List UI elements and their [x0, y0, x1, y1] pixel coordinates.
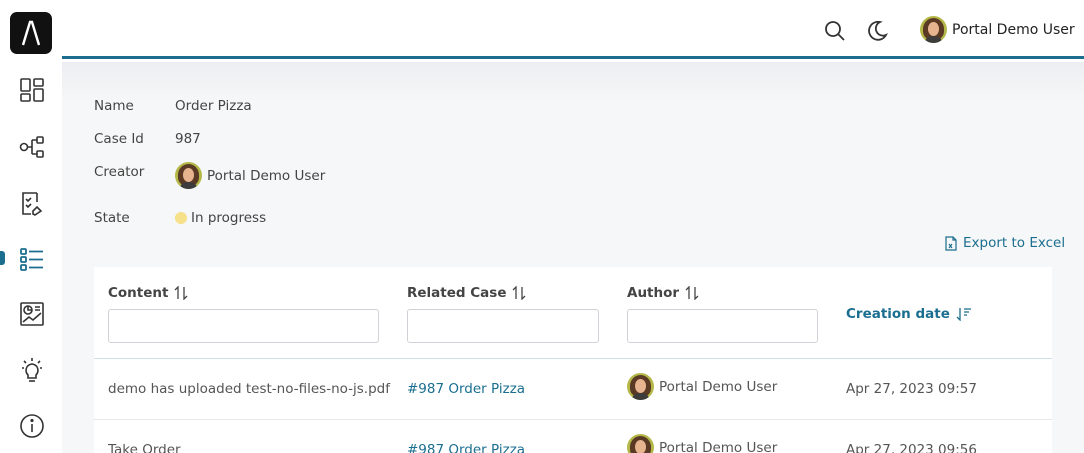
- case-name-value: Order Pizza: [175, 98, 252, 114]
- state-dot: [175, 212, 187, 224]
- excel-icon: [945, 235, 957, 251]
- sort-desc-icon: [956, 308, 971, 321]
- author-filter-input[interactable]: [627, 309, 818, 343]
- case-id-value: 987: [175, 131, 201, 147]
- sort-icon: [685, 286, 699, 300]
- active-nav-indicator: [0, 251, 5, 265]
- row-divider: [94, 419, 1052, 420]
- avatar: [920, 16, 947, 43]
- user-menu[interactable]: Portal Demo User: [920, 16, 1075, 43]
- column-header-creation-date[interactable]: Creation date: [846, 306, 972, 322]
- moon-icon[interactable]: [866, 20, 889, 42]
- related-case-filter-input[interactable]: [407, 309, 599, 343]
- statistics-icon[interactable]: [18, 300, 46, 328]
- task-icon[interactable]: [18, 189, 46, 217]
- sidebar: [0, 0, 62, 453]
- state-text: In progress: [191, 210, 267, 226]
- user-name: Portal Demo User: [952, 21, 1075, 38]
- row-content: Take Order: [108, 442, 181, 453]
- row-author: Portal Demo User: [627, 373, 777, 400]
- main-content: Name Order Pizza Case Id 987 Creator Por…: [62, 62, 1084, 453]
- dashboard-icon[interactable]: [18, 76, 46, 104]
- column-header-related-case[interactable]: Related Case: [407, 285, 526, 301]
- column-header-content[interactable]: Content: [108, 285, 188, 301]
- row-author: Portal Demo User: [627, 434, 777, 453]
- export-excel-link[interactable]: Export to Excel: [944, 235, 1065, 251]
- content-filter-input[interactable]: [108, 309, 379, 343]
- case-id-label: Case Id: [94, 131, 144, 147]
- case-name-label: Name: [94, 98, 134, 114]
- sort-icon: [513, 286, 526, 300]
- process-icon[interactable]: [18, 133, 46, 161]
- row-related-case-link[interactable]: #987 Order Pizza: [407, 442, 525, 453]
- row-content: demo has uploaded test-no-files-no-js.pd…: [108, 381, 390, 397]
- case-state-value: In progress: [175, 210, 266, 226]
- case-creator-label: Creator: [94, 164, 145, 180]
- avatar: [627, 434, 654, 453]
- creator-name: Portal Demo User: [207, 167, 326, 184]
- logo-icon[interactable]: [10, 12, 52, 54]
- row-date: Apr 27, 2023 09:56: [846, 442, 977, 453]
- row-date: Apr 27, 2023 09:57: [846, 381, 977, 397]
- row-related-case-link[interactable]: #987 Order Pizza: [407, 381, 525, 397]
- case-creator-value: Portal Demo User: [175, 162, 325, 189]
- search-icon[interactable]: [824, 20, 846, 42]
- info-icon[interactable]: [18, 412, 46, 440]
- history-table: Content Related Case Author Creation dat…: [94, 267, 1052, 453]
- column-header-author[interactable]: Author: [627, 285, 699, 301]
- avatar: [175, 162, 202, 189]
- export-label: Export to Excel: [963, 235, 1066, 251]
- avatar: [627, 373, 654, 400]
- sort-icon: [175, 286, 188, 300]
- top-bar: Portal Demo User: [62, 0, 1084, 59]
- case-state-label: State: [94, 210, 130, 226]
- header-divider: [94, 358, 1052, 359]
- case-list-icon[interactable]: [18, 245, 46, 273]
- idea-icon[interactable]: [18, 356, 46, 384]
